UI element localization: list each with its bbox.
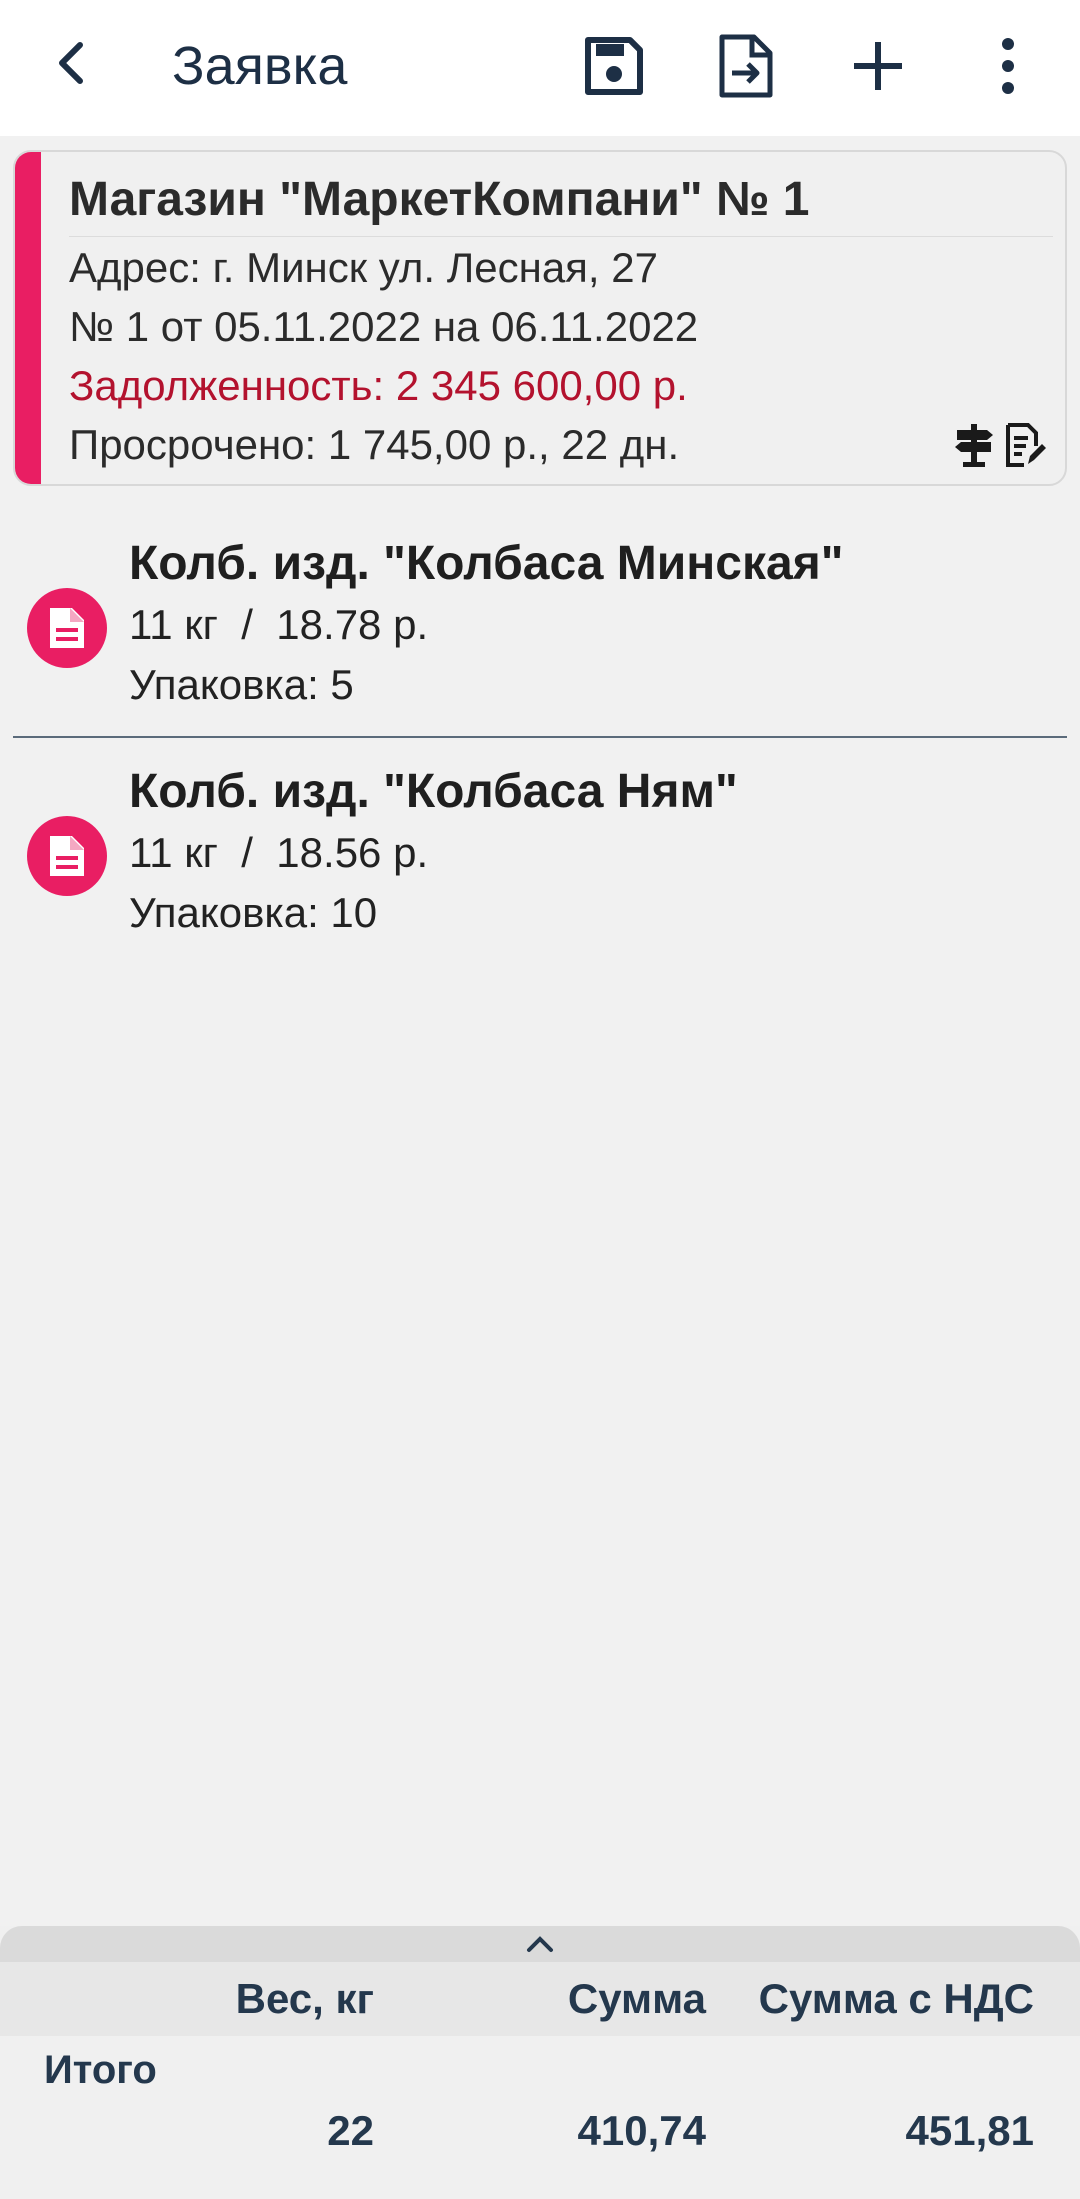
total-sum: 410,74 [577,2107,706,2154]
item-name: Колб. изд. "Колбаса Минская" [129,537,844,590]
document-icon [50,836,84,876]
accent-stripe [15,152,41,484]
chevron-up-icon [527,1936,553,1952]
item-badge [27,588,107,668]
item-package: Упаковка: 5 [129,661,354,708]
more-menu-button[interactable] [968,28,1048,104]
list-item[interactable]: Колб. изд. "Колбаса Ням" 11 кг / 18.56 р… [13,742,1067,968]
totals-row-label: Итого [44,2048,157,2092]
total-weight: 22 [327,2107,374,2154]
header-weight: Вес, кг [235,1975,374,2022]
item-badge [27,816,107,896]
item-name: Колб. изд. "Колбаса Ням" [129,765,738,818]
add-button[interactable] [838,28,918,104]
customer-card[interactable]: Магазин "МаркетКомпани" № 1 Адрес: г. Ми… [13,150,1067,486]
order-number: № 1 от 05.11.2022 на 06.11.2022 [69,303,699,350]
edit-document-button[interactable] [1003,420,1049,470]
chevron-left-icon [59,42,83,84]
document-edit-icon [1006,423,1046,467]
header-sum-vat: Сумма с НДС [758,1975,1034,2022]
app-bar: Заявка [0,0,1080,136]
item-package: Упаковка: 10 [129,889,378,936]
totals-header: Вес, кг Сумма Сумма с НДС [0,1962,1080,2036]
more-vert-icon [1002,38,1014,94]
list-divider [13,736,1067,738]
overdue-amount: Просрочено: 1 745,00 р., 22 дн. [69,421,680,468]
header-sum: Сумма [567,1975,706,2022]
store-name: Магазин "МаркетКомпани" № 1 [69,170,1053,237]
page-title: Заявка [172,36,348,96]
total-sum-vat: 451,81 [905,2107,1034,2154]
document-icon [50,608,84,648]
file-export-icon [719,34,773,98]
signpost-icon [955,424,993,467]
plus-icon [854,42,902,90]
save-icon [585,37,643,95]
back-button[interactable] [42,30,102,96]
expand-totals-handle[interactable] [0,1926,1080,1962]
save-button[interactable] [574,28,654,104]
item-quantity-price: 11 кг / 18.78 р. [129,601,429,648]
export-button[interactable] [706,28,786,104]
route-button[interactable] [951,420,997,470]
store-address: Адрес: г. Минск ул. Лесная, 27 [69,244,658,291]
item-quantity-price: 11 кг / 18.56 р. [129,829,429,876]
debt-amount: Задолженность: 2 345 600,00 р. [69,362,688,409]
totals-panel: Вес, кг Сумма Сумма с НДС Итого 22 410,7… [0,1926,1080,2199]
list-item[interactable]: Колб. изд. "Колбаса Минская" 11 кг / 18.… [13,514,1067,740]
